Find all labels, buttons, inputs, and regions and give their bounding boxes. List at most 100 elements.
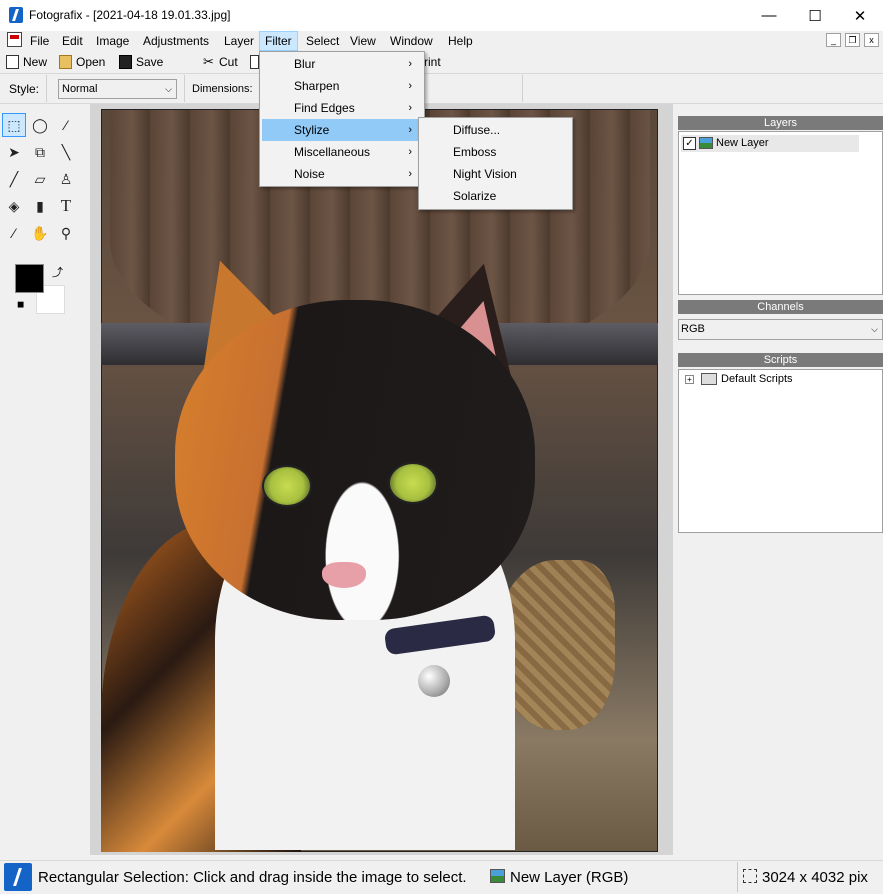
- filter-miscellaneous[interactable]: Miscellaneous ›: [262, 141, 422, 163]
- stylize-emboss[interactable]: Emboss: [421, 141, 570, 163]
- scripts-panel-title: Scripts: [678, 353, 883, 367]
- brush-tool-icon[interactable]: ╱: [2, 167, 26, 191]
- paint-bucket-tool-icon[interactable]: ◈: [2, 194, 26, 218]
- magic-wand-tool-icon[interactable]: ⁄: [54, 113, 78, 137]
- reset-colors-icon[interactable]: ◼: [17, 299, 24, 310]
- text-tool-icon[interactable]: T: [54, 194, 78, 218]
- chevron-right-icon: ›: [408, 102, 412, 114]
- layers-panel-title: Layers: [678, 116, 883, 130]
- style-value: Normal: [62, 83, 98, 95]
- channels-dropdown[interactable]: RGB ⌵: [678, 319, 883, 340]
- menu-file[interactable]: File: [25, 31, 54, 51]
- gradient-tool-icon[interactable]: ▮: [28, 194, 52, 218]
- minimize-button[interactable]: —: [746, 0, 792, 31]
- image-region: [322, 562, 366, 588]
- zoom-tool-icon[interactable]: ⚲: [54, 221, 78, 245]
- ellipse-select-tool-icon[interactable]: ◯: [28, 113, 52, 137]
- print-button[interactable]: rint: [424, 51, 441, 73]
- menu-view[interactable]: View: [345, 31, 381, 51]
- close-button[interactable]: ✕: [837, 0, 883, 31]
- hand-tool-icon[interactable]: ✋: [28, 221, 52, 245]
- status-layer: New Layer (RGB): [510, 869, 629, 886]
- rect-select-tool-icon[interactable]: ⬚: [2, 113, 26, 137]
- layers-list[interactable]: [678, 131, 883, 295]
- print-label: rint: [424, 55, 441, 69]
- save-button[interactable]: Save: [119, 51, 163, 73]
- new-file-icon: [6, 55, 19, 69]
- dimensions-label: Dimensions:: [192, 83, 253, 95]
- chevron-right-icon: ›: [408, 80, 412, 92]
- cut-label: Cut: [219, 55, 238, 69]
- move-tool-icon[interactable]: ➤: [2, 140, 26, 164]
- menu-filter[interactable]: Filter: [259, 31, 298, 51]
- menu-item-label: Miscellaneous: [294, 145, 371, 159]
- layer-visibility-checkbox[interactable]: ✓: [683, 137, 696, 150]
- menu-item-label: Sharpen: [294, 79, 340, 93]
- swap-colors-icon[interactable]: ⤴: [52, 264, 63, 280]
- layer-icon: [490, 869, 505, 883]
- menu-adjustments[interactable]: Adjustments: [138, 31, 214, 51]
- style-dropdown[interactable]: Normal ⌵: [58, 79, 177, 99]
- separator: [737, 862, 738, 892]
- script-folder-name[interactable]: Default Scripts: [721, 373, 793, 385]
- chevron-right-icon: ›: [408, 146, 412, 158]
- image-size-icon: [743, 869, 757, 883]
- eyedropper-tool-icon[interactable]: ⁄: [2, 221, 26, 245]
- scripts-tree[interactable]: [678, 369, 883, 533]
- menu-window[interactable]: Window: [385, 31, 438, 51]
- chevron-right-icon: ›: [408, 168, 412, 180]
- stylize-solarize[interactable]: Solarize: [421, 185, 570, 207]
- foreground-color-swatch[interactable]: [15, 264, 44, 293]
- filter-noise[interactable]: Noise ›: [262, 163, 422, 185]
- scissors-icon: ✂: [203, 54, 214, 69]
- layer-thumbnail-icon: [699, 137, 713, 149]
- menu-item-label: Blur: [294, 57, 316, 71]
- chevron-down-icon: ⌵: [871, 324, 878, 334]
- doc-restore-button[interactable]: ❐: [845, 33, 860, 47]
- separator: [46, 75, 47, 102]
- clone-stamp-tool-icon[interactable]: ♙: [54, 167, 78, 191]
- copy-button[interactable]: [250, 51, 259, 73]
- menu-select[interactable]: Select: [301, 31, 344, 51]
- maximize-button[interactable]: ☐: [792, 0, 838, 31]
- folder-open-icon: [59, 55, 72, 69]
- channels-panel-title: Channels: [678, 300, 883, 314]
- measure-tool-icon[interactable]: ╲: [54, 140, 78, 164]
- chevron-down-icon: ⌵: [165, 84, 172, 94]
- stylize-diffuse[interactable]: Diffuse...: [421, 119, 570, 141]
- open-label: Open: [76, 55, 106, 69]
- doc-close-button[interactable]: x: [864, 33, 879, 47]
- separator: [184, 75, 185, 102]
- current-tool-icon: [4, 863, 32, 891]
- expand-icon[interactable]: +: [685, 375, 694, 384]
- save-label: Save: [136, 55, 164, 69]
- open-button[interactable]: Open: [59, 51, 105, 73]
- image-region: [418, 665, 450, 697]
- document-icon[interactable]: [7, 32, 22, 47]
- floppy-disk-icon: [119, 55, 132, 69]
- menu-edit[interactable]: Edit: [57, 31, 88, 51]
- crop-tool-icon[interactable]: ⧉: [28, 140, 52, 164]
- doc-minimize-button[interactable]: _: [826, 33, 841, 47]
- menu-item-label: Stylize: [294, 123, 330, 137]
- eraser-tool-icon[interactable]: ▱: [28, 167, 52, 191]
- menu-help[interactable]: Help: [443, 31, 478, 51]
- separator: [522, 75, 523, 102]
- stylize-night-vision[interactable]: Night Vision: [421, 163, 570, 185]
- filter-blur[interactable]: Blur ›: [262, 53, 422, 75]
- cut-button[interactable]: ✂ Cut: [202, 51, 238, 73]
- new-button[interactable]: New: [6, 51, 47, 73]
- channels-value: RGB: [681, 323, 705, 335]
- menu-item-label: Noise: [294, 167, 325, 181]
- filter-find-edges[interactable]: Find Edges ›: [262, 97, 422, 119]
- image-dimensions: 3024 x 4032 pix: [762, 869, 868, 886]
- new-label: New: [23, 55, 48, 69]
- menu-layer[interactable]: Layer: [219, 31, 259, 51]
- style-label: Style:: [9, 82, 40, 96]
- filter-stylize[interactable]: Stylize ›: [262, 119, 422, 141]
- menu-image[interactable]: Image: [91, 31, 134, 51]
- chevron-right-icon: ›: [408, 124, 412, 136]
- filter-sharpen[interactable]: Sharpen ›: [262, 75, 422, 97]
- menu-item-label: Find Edges: [294, 101, 355, 115]
- layer-name: New Layer: [716, 137, 769, 149]
